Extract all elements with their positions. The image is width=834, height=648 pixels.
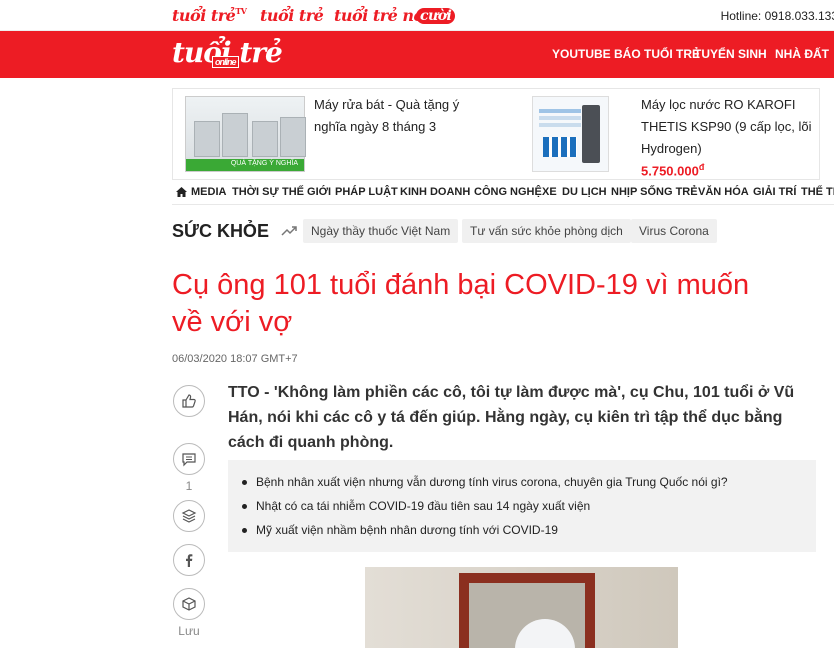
save-button[interactable]	[173, 588, 205, 620]
ad-dishwasher-title[interactable]: Máy rửa bát - Quà tặng ý nghĩa ngày 8 th…	[314, 94, 459, 138]
related-link[interactable]: Mỹ xuất viện nhầm bệnh nhân dương tính v…	[242, 518, 816, 542]
related-articles: Bệnh nhân xuất viện nhưng vẫn dương tính…	[228, 460, 816, 552]
thumbs-up-icon	[182, 394, 196, 408]
facebook-icon	[186, 554, 193, 567]
cat-the-thao[interactable]: THỂ THAO	[801, 186, 834, 198]
article-sapo: TTO - 'Không làm phiền các cô, tôi tự là…	[228, 384, 795, 451]
article-date: 06/03/2020 18:07 GMT+7	[172, 353, 298, 365]
cat-xe[interactable]: XE	[542, 186, 557, 198]
ad-water-filter-image[interactable]	[532, 96, 609, 172]
brand-tuoitre-tv[interactable]: tuổi trẻTV	[172, 6, 247, 25]
cat-giai-tri[interactable]: GIẢI TRÍ	[753, 186, 796, 198]
article-photo	[365, 567, 678, 648]
article-headline: Cụ ông 101 tuổi đánh bại COVID-19 vì muố…	[172, 269, 750, 338]
cat-phap-luat[interactable]: PHÁP LUẬT	[335, 186, 398, 198]
comment-icon	[182, 453, 196, 467]
cat-the-gioi[interactable]: THẾ GIỚI	[282, 186, 331, 198]
hotline: Hotline: 0918.033.133	[720, 9, 834, 23]
tag-tu-van-suc-khoe[interactable]: Tư vấn sức khỏe phòng dịch	[462, 219, 631, 243]
related-link[interactable]: Nhật có ca tái nhiễm COVID-19 đầu tiên s…	[242, 494, 816, 518]
header-link-youtube[interactable]: YOUTUBE BÁO TUỔI TRẺ	[552, 47, 700, 61]
cat-media[interactable]: MEDIA	[191, 186, 226, 198]
tag-virus-corona[interactable]: Virus Corona	[631, 219, 717, 243]
section-title[interactable]: SỨC KHỎE	[172, 221, 269, 242]
header-link-tuyen-sinh[interactable]: TUYỂN SINH	[694, 47, 767, 61]
share-layers-button[interactable]	[173, 500, 205, 532]
like-button[interactable]	[173, 385, 205, 417]
ad-dishwasher-image[interactable]: QUÀ TẶNG Ý NGHĨA	[185, 96, 306, 172]
facebook-share-button[interactable]	[173, 544, 205, 576]
brand-tuoitre-cuoi[interactable]: cười	[416, 5, 456, 24]
layers-icon	[181, 509, 197, 523]
cat-cong-nghe[interactable]: CÔNG NGHỆ	[474, 186, 542, 198]
cat-nhip-song-tre[interactable]: NHỊP SỐNG TRẺ	[611, 186, 698, 198]
box-icon	[182, 597, 196, 611]
ad-water-filter-title[interactable]: Máy lọc nước RO KAROFI THETIS KSP90 (9 c…	[641, 94, 812, 160]
cat-thoi-su[interactable]: THỜI SỰ	[232, 186, 279, 198]
comment-count: 1	[185, 479, 193, 493]
comment-button[interactable]	[173, 443, 205, 475]
tag-ngay-thay-thuoc[interactable]: Ngày thầy thuốc Việt Nam	[303, 219, 459, 243]
ad-water-filter-price: 5.750.000đ	[641, 162, 705, 179]
cat-kinh-doanh[interactable]: KINH DOANH	[400, 186, 470, 198]
cat-du-lich[interactable]: DU LỊCH	[562, 186, 607, 198]
network-bar: tuổi trẻTV tuổi trẻ tuổi trẻ news cười H…	[0, 0, 834, 31]
brand-tuoitre-cuoituan[interactable]: tuổi trẻ	[260, 6, 324, 25]
category-nav: MEDIA THỜI SỰ THẾ GIỚI PHÁP LUẬT KINH DO…	[172, 183, 834, 205]
related-link[interactable]: Bệnh nhân xuất viện nhưng vẫn dương tính…	[242, 470, 816, 494]
cat-van-hoa[interactable]: VĂN HÓA	[698, 186, 749, 198]
home-icon[interactable]	[176, 187, 187, 197]
ad-banner: QUÀ TẶNG Ý NGHĨA Máy rửa bát - Quà tặng …	[172, 88, 820, 180]
site-logo[interactable]: tuổi trẻ online	[172, 36, 283, 69]
main-header: tuổi trẻ online YOUTUBE BÁO TUỔI TRẺ TUY…	[0, 31, 834, 78]
header-link-nha-dat[interactable]: NHÀ ĐẤT	[775, 47, 829, 61]
trending-icon	[281, 226, 297, 236]
save-label: Lưu	[178, 624, 200, 638]
